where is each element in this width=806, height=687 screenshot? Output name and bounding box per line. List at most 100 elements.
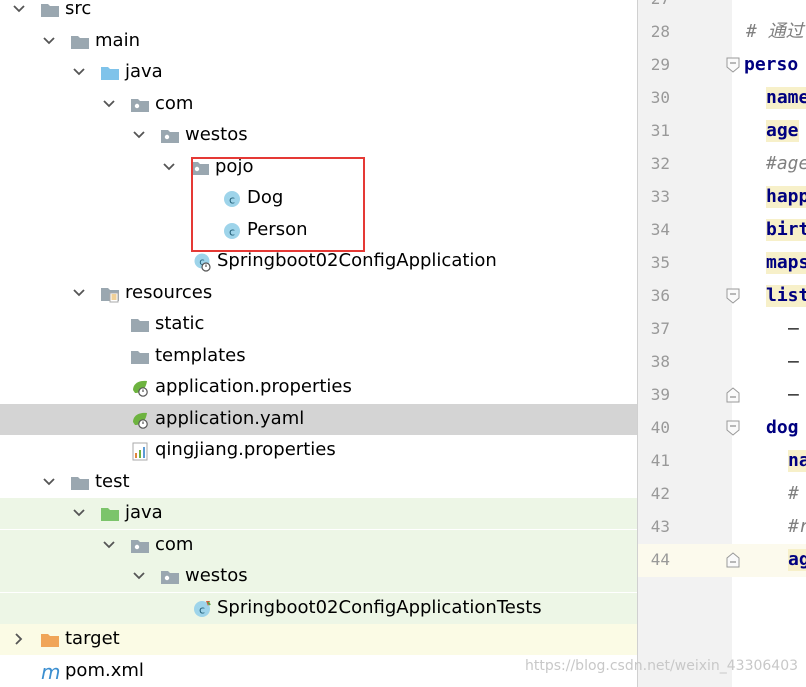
editor-line[interactable]: 28 # 通过 (638, 16, 806, 49)
tree-item-src[interactable]: src (0, 0, 637, 25)
tree-item-label: src (65, 0, 92, 19)
code-text: birt (766, 219, 806, 241)
code-text: maps (766, 252, 806, 274)
tree-item-templates[interactable]: templates (0, 341, 637, 372)
editor-line[interactable]: 35 maps (638, 247, 806, 280)
tree-item-springboot02configapplicationtests[interactable]: c Springboot02ConfigApplicationTests (0, 592, 637, 624)
tree-item-label: templates (155, 344, 246, 366)
chevron-down-icon[interactable] (102, 538, 116, 552)
editor-line[interactable]: 37 – (638, 313, 806, 346)
editor-line[interactable]: 39 – (638, 379, 806, 412)
editor-line[interactable]: 32 #age (638, 148, 806, 181)
editor-line[interactable]: 27 (638, 0, 806, 16)
chevron-down-icon[interactable] (102, 97, 116, 111)
tree-item-label: com (155, 533, 194, 555)
tree-item-westos[interactable]: westos (0, 120, 637, 151)
resources-folder-icon (100, 284, 120, 304)
line-number: 39 (650, 385, 670, 404)
code-text: list (766, 285, 806, 307)
folder-icon (70, 473, 90, 493)
editor-line[interactable]: 43 #r (638, 511, 806, 544)
tree-item-label: qingjiang.properties (155, 439, 336, 460)
editor-line[interactable]: 42 # (638, 478, 806, 511)
source-root-folder-icon (100, 63, 120, 83)
editor-line[interactable]: 33 happ (638, 181, 806, 214)
tree-item-label: application.yaml (155, 407, 305, 429)
tree-item-label: java (125, 502, 163, 523)
line-number: 34 (650, 220, 670, 239)
fold-end-icon[interactable] (726, 552, 740, 568)
chevron-down-icon[interactable] (72, 65, 86, 79)
chevron-down-icon[interactable] (42, 34, 56, 48)
line-number: 28 (650, 22, 670, 41)
tree-item-qingjiang-properties[interactable]: qingjiang.properties (0, 435, 637, 466)
editor-line[interactable]: 40 dog (638, 412, 806, 445)
folder-icon (40, 0, 60, 20)
chevron-down-icon[interactable] (72, 506, 86, 520)
chevron-down-icon[interactable] (12, 2, 26, 16)
spring-config-icon (130, 378, 150, 398)
chevron-down-icon[interactable] (72, 286, 86, 300)
editor-line[interactable]: 36 list (638, 280, 806, 313)
editor-line[interactable]: 41 na (638, 445, 806, 478)
line-number: 30 (650, 88, 670, 107)
folder-icon (130, 315, 150, 335)
line-number: 31 (650, 121, 670, 140)
editor-line[interactable]: 44 ag (638, 544, 806, 577)
line-number: 42 (650, 484, 670, 503)
test-root-folder-icon (100, 504, 120, 524)
fold-collapse-icon[interactable] (726, 420, 740, 436)
properties-file-icon (130, 441, 150, 461)
code-text: ag (788, 549, 806, 571)
line-number: 35 (650, 253, 670, 272)
chevron-down-icon[interactable] (162, 160, 176, 174)
tree-item-com[interactable]: com (0, 89, 637, 120)
spring-boot-class-icon: c (192, 252, 212, 272)
code-text: #r (788, 516, 806, 537)
tree-item-java[interactable]: java (0, 498, 637, 529)
editor-line[interactable]: 31 age (638, 115, 806, 148)
chevron-down-icon[interactable] (132, 569, 146, 583)
code-text: dog (766, 417, 799, 438)
line-number: 40 (650, 418, 670, 437)
tree-item-test[interactable]: test (0, 467, 637, 498)
tree-item-label: Springboot02ConfigApplication (217, 250, 497, 271)
tree-item-java[interactable]: java (0, 57, 637, 88)
tree-item-label: pom.xml (65, 659, 144, 681)
code-text: name (766, 87, 806, 109)
editor-line[interactable]: 34 birt (638, 214, 806, 247)
svg-text:c: c (199, 603, 205, 616)
fold-end-icon[interactable] (726, 387, 740, 403)
fold-collapse-icon[interactable] (726, 57, 740, 73)
line-number: 29 (650, 55, 670, 74)
line-number: 43 (650, 517, 670, 536)
tree-item-com[interactable]: com (0, 529, 637, 561)
editor-line[interactable]: 30 name (638, 82, 806, 115)
tree-item-label: westos (185, 124, 248, 145)
chevron-down-icon[interactable] (132, 128, 146, 142)
watermark-text: https://blog.csdn.net/weixin_43306403 (525, 658, 799, 674)
tree-item-application-properties[interactable]: application.properties (0, 372, 637, 403)
excluded-folder-icon (40, 630, 60, 650)
fold-collapse-icon[interactable] (726, 288, 740, 304)
tree-item-resources[interactable]: resources (0, 278, 637, 309)
tree-item-target[interactable]: target (0, 624, 637, 655)
line-number: 38 (650, 352, 670, 371)
tree-item-static[interactable]: static (0, 309, 637, 340)
code-editor[interactable]: 27 28 # 通过 29 perso 30 name 31 age 32 #age 33 happ 34… (638, 0, 806, 687)
tree-item-westos[interactable]: westos (0, 561, 637, 592)
tree-item-label: westos (185, 565, 248, 586)
tree-item-label: test (95, 470, 130, 492)
editor-line[interactable]: 38 – (638, 346, 806, 379)
tree-item-main[interactable]: main (0, 26, 637, 57)
tree-item-label: main (95, 29, 140, 51)
line-number: 44 (650, 550, 670, 569)
tree-item-application-yaml[interactable]: application.yaml (0, 403, 637, 435)
editor-line[interactable]: 29 perso (638, 49, 806, 82)
chevron-right-icon[interactable] (12, 632, 26, 646)
line-number: 27 (638, 0, 670, 8)
line-number: 41 (650, 451, 670, 470)
tree-item-label: resources (125, 281, 213, 303)
chevron-down-icon[interactable] (42, 475, 56, 489)
package-icon (160, 126, 180, 146)
